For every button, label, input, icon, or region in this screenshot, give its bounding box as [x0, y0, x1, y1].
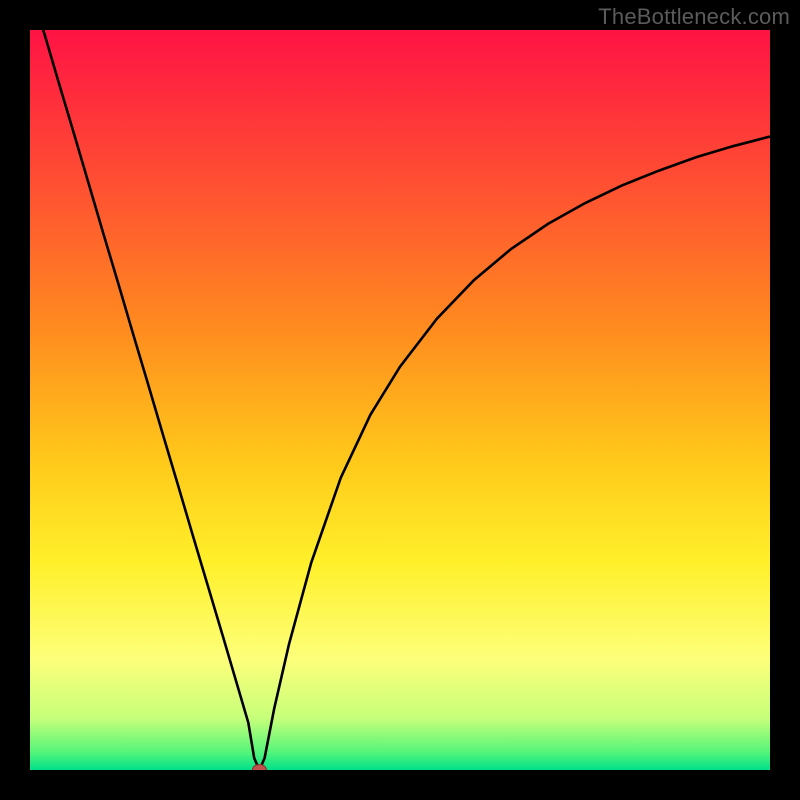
- watermark-text: TheBottleneck.com: [598, 4, 790, 30]
- chart-frame: TheBottleneck.com: [0, 0, 800, 800]
- bottleneck-chart: [30, 30, 770, 770]
- plot-area: [30, 30, 770, 770]
- gradient-background: [30, 30, 770, 770]
